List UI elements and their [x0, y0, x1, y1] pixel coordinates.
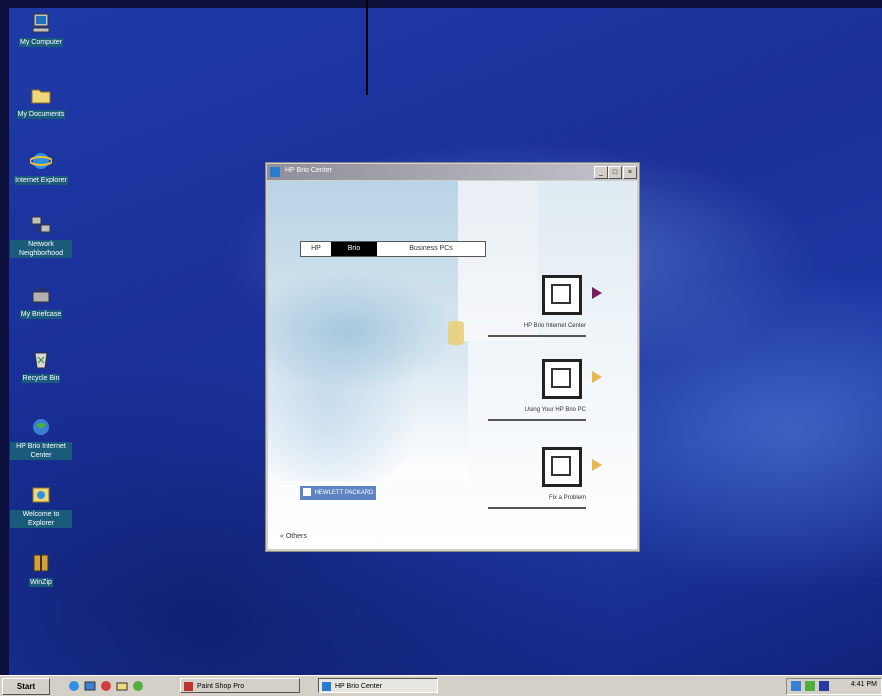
tab-hp[interactable]: HP	[301, 242, 331, 256]
explorer-icon	[32, 487, 50, 503]
computer-icon	[32, 13, 50, 33]
outlook-quicklaunch-icon[interactable]	[116, 680, 128, 692]
system-tray: 4:41 PM	[786, 678, 882, 695]
ie-quicklaunch-icon[interactable]	[68, 680, 80, 692]
task-paint-shop-pro[interactable]: Paint Shop Pro	[180, 678, 300, 693]
screen-border-top	[0, 0, 882, 8]
hp-brio-center-window: HP Brio Center _ □ × HP Brio Business PC…	[265, 162, 640, 552]
menu-item-label: Fix a Problem	[548, 495, 586, 501]
desktop-icon-recycle-bin[interactable]: Recycle Bin	[10, 348, 72, 383]
start-button[interactable]: Start	[2, 678, 50, 695]
others-link[interactable]: « Others	[280, 533, 307, 540]
background-art-accent	[448, 321, 464, 345]
display-tray-icon[interactable]	[819, 681, 829, 691]
volume-icon[interactable]	[805, 681, 815, 691]
desktop-icon-winzip[interactable]: WinZip	[10, 552, 72, 587]
hp-globe-icon	[33, 419, 49, 435]
ie-icon	[30, 153, 52, 169]
desktop-icon-my-documents[interactable]: My Documents	[10, 84, 72, 119]
winzip-icon	[33, 554, 49, 572]
pointer-line	[366, 0, 368, 95]
desktop-icon-label: Network Neighborhood	[10, 240, 72, 258]
hp-logo: HEWLETT PACKARD	[300, 486, 376, 500]
desktop-icon-hp-brio-internet-center[interactable]: HP Brio Internet Center	[10, 416, 72, 460]
background-art-panel	[458, 181, 538, 341]
desktop-icon-welcome-explorer[interactable]: Welcome to Explorer	[10, 484, 72, 528]
divider	[488, 419, 586, 421]
desktop-icon-label: Welcome to Explorer	[10, 510, 72, 528]
tab-business-pcs[interactable]: Business PCs	[377, 242, 485, 256]
book-icon	[542, 359, 582, 399]
desktop-icon-label: WinZip	[29, 578, 53, 587]
logo-text: HEWLETT PACKARD	[314, 490, 374, 496]
hp-mark-icon	[302, 488, 311, 497]
desktop-icon-label: My Computer	[18, 38, 63, 47]
network-tray-icon[interactable]	[791, 681, 801, 691]
hp-quicklaunch-icon[interactable]	[132, 680, 144, 692]
menu-item-label: Using Your HP Brio PC	[524, 407, 586, 413]
divider	[488, 507, 586, 509]
network-icon	[31, 216, 51, 233]
maximize-button[interactable]: □	[608, 166, 622, 179]
app-icon	[270, 167, 280, 177]
task-label: HP Brio Center	[335, 683, 382, 690]
desktop-icon-label: My Briefcase	[19, 310, 63, 319]
folder-icon	[31, 89, 51, 104]
task-hp-brio-center[interactable]: HP Brio Center	[318, 678, 438, 693]
desktop-quicklaunch-icon[interactable]	[84, 680, 96, 692]
window-title: HP Brio Center	[285, 167, 332, 174]
background-art	[268, 181, 468, 481]
arrow-icon	[592, 459, 602, 471]
tab-brio[interactable]: Brio	[331, 242, 377, 256]
window-titlebar[interactable]: HP Brio Center _ □ ×	[267, 164, 638, 180]
screen-border-left	[0, 0, 9, 675]
recycle-bin-icon	[34, 352, 48, 369]
taskbar: Start Paint Shop Pro HP Brio Center 4:41…	[0, 675, 882, 696]
window-client: HP Brio Business PCs HP Brio Internet Ce…	[268, 181, 637, 549]
desktop-icon-label: Recycle Bin	[21, 374, 61, 383]
paint-icon	[184, 682, 193, 691]
app-icon	[322, 682, 331, 691]
close-button[interactable]: ×	[623, 166, 637, 179]
briefcase-icon	[32, 288, 50, 303]
desktop-icon-my-computer[interactable]: My Computer	[10, 12, 72, 47]
desktop-icon-briefcase[interactable]: My Briefcase	[10, 284, 72, 319]
desktop-icon-label: My Documents	[16, 110, 66, 119]
minimize-button[interactable]: _	[594, 166, 608, 179]
tab-bar: HP Brio Business PCs	[300, 241, 486, 257]
desktop-icon-internet-explorer[interactable]: Internet Explorer	[10, 150, 72, 185]
channels-quicklaunch-icon[interactable]	[100, 680, 112, 692]
menu-item-label: HP Brio Internet Center	[523, 323, 586, 329]
arrow-icon	[592, 371, 602, 383]
desktop-icon-network[interactable]: Network Neighborhood	[10, 214, 72, 258]
divider	[488, 335, 586, 337]
desktop-icon-label: HP Brio Internet Center	[10, 442, 72, 460]
clock[interactable]: 4:41 PM	[851, 681, 877, 688]
arrow-icon	[592, 287, 602, 299]
monitor-icon	[542, 275, 582, 315]
task-label: Paint Shop Pro	[197, 683, 245, 690]
tools-icon	[542, 447, 582, 487]
desktop-icon-label: Internet Explorer	[14, 176, 68, 185]
